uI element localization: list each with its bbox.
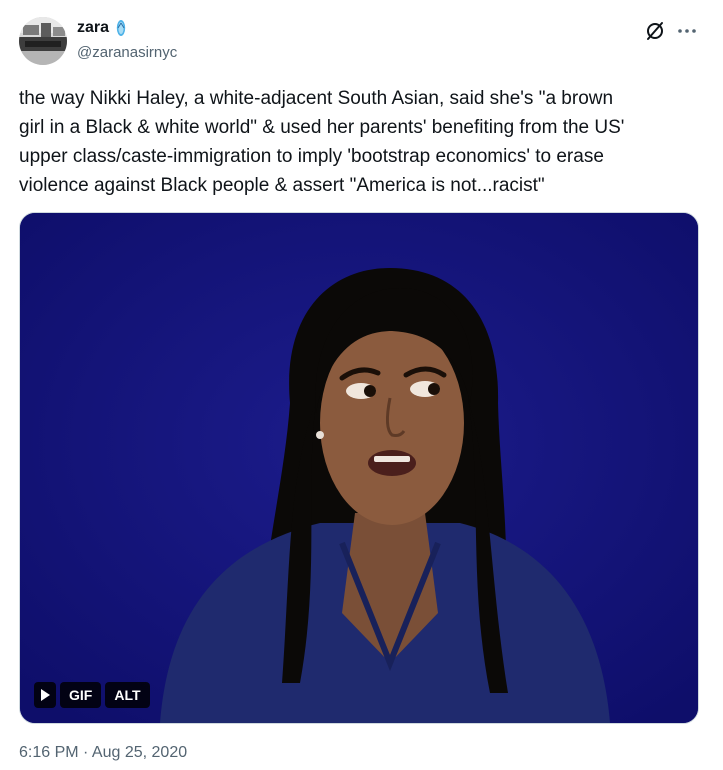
gif-media[interactable] xyxy=(19,212,699,724)
tweet-timestamp[interactable]: 6:16 PM · Aug 25, 2020 xyxy=(19,744,187,762)
flip-flop-icon xyxy=(116,20,126,36)
tweet-text-line: the way Nikki Haley, a white-adjacent So… xyxy=(19,88,614,109)
author-handle[interactable]: @zaranasirnyc xyxy=(77,44,177,61)
gif-controls: GIF ALT xyxy=(34,682,150,708)
play-icon xyxy=(41,689,50,701)
gif-badge[interactable]: GIF xyxy=(60,682,102,708)
tweet-text: the way Nikki Haley, a white-adjacent So… xyxy=(19,84,699,200)
alt-text-badge[interactable]: ALT xyxy=(105,682,150,708)
play-button[interactable] xyxy=(34,682,56,708)
author-name-row: zara xyxy=(77,19,127,37)
tweet-card: zara @zaranasirnyc the way Nikki Haley, … xyxy=(0,0,723,770)
tweet-text-line: girl in a Black & white world" & used he… xyxy=(19,117,625,138)
tweet-text-line: violence against Black people & assert "… xyxy=(19,175,545,196)
more-options-icon[interactable] xyxy=(676,20,698,42)
avatar[interactable] xyxy=(19,17,67,65)
author-display-name[interactable]: zara xyxy=(77,19,109,37)
gif-frame-illustration xyxy=(20,213,698,723)
tweet-text-line: upper class/caste-immigration to imply '… xyxy=(19,146,604,167)
grok-icon[interactable] xyxy=(644,20,666,42)
